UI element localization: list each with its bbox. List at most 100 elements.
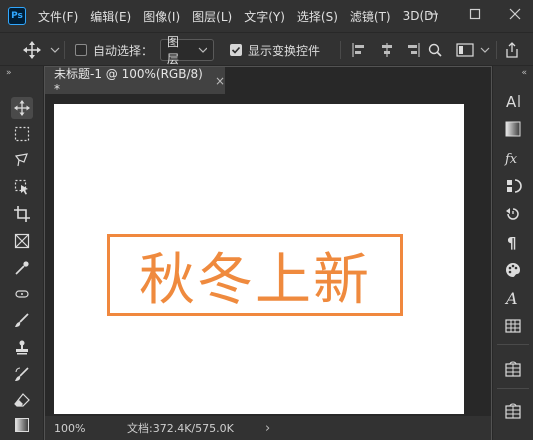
crop-tool[interactable] [11, 203, 33, 225]
glyphs-panel-button[interactable]: A [501, 287, 525, 309]
move-icon [23, 41, 41, 59]
brush-tool[interactable] [11, 309, 33, 331]
close-icon [509, 8, 521, 20]
menu-select[interactable]: 选择(S) [297, 8, 338, 25]
expand-panels-icon[interactable]: « [521, 68, 527, 78]
move-tool[interactable] [11, 97, 33, 119]
layers-panel-button[interactable] [501, 400, 525, 422]
frame-tool[interactable] [11, 230, 33, 252]
gradient-panel-icon [505, 121, 521, 137]
minimize-button[interactable] [418, 0, 448, 28]
divider [496, 41, 497, 59]
menu-file[interactable]: 文件(F) [38, 8, 78, 25]
align-center-icon [382, 43, 392, 57]
minimize-icon [428, 13, 438, 15]
menu-layer[interactable]: 图层(L) [192, 8, 232, 25]
paragraph-icon: ¶ [507, 234, 517, 251]
history-brush-tool[interactable] [11, 363, 33, 385]
zoom-level[interactable]: 100% [54, 422, 85, 435]
workspace-button[interactable] [456, 33, 490, 67]
layers-icon [505, 403, 521, 419]
show-transform-label: 显示变换控件 [248, 43, 321, 58]
adjustments-panel-button[interactable] [501, 175, 525, 197]
styles-panel-button[interactable]: fx [501, 147, 525, 169]
search-icon [428, 43, 442, 57]
marquee-tool[interactable] [11, 123, 33, 145]
gradient-tool[interactable] [11, 414, 33, 436]
swatches-panel-button[interactable] [501, 259, 525, 281]
lasso-icon [14, 153, 28, 167]
options-bar: 自动选择： 图层 显示变换控件 [0, 32, 533, 66]
text-frame: 秋冬上新 [107, 234, 403, 316]
photoshop-logo: Ps [8, 7, 26, 25]
gradient-panel-button[interactable] [501, 118, 525, 140]
menu-bar: Ps 文件(F) 编辑(E) 图像(I) 图层(L) 文字(Y) 选择(S) 滤… [0, 0, 533, 32]
menu-edit[interactable]: 编辑(E) [90, 8, 131, 25]
svg-text:¶: ¶ [507, 234, 517, 251]
chevron-down-icon [50, 47, 60, 53]
document-tab-bar: 未标题-1 @ 100%(RGB/8) * × [45, 67, 491, 96]
glyphs-icon: A [504, 289, 518, 307]
align-right-icon [408, 43, 420, 57]
chevron-down-icon [480, 47, 490, 53]
table-panel-button[interactable] [501, 315, 525, 337]
history-panel-button[interactable] [501, 203, 525, 225]
brush-icon [15, 313, 29, 327]
auto-select-box[interactable] [75, 44, 87, 56]
fx-icon: fx [504, 152, 518, 167]
stamp-tool[interactable] [11, 336, 33, 358]
eraser-tool[interactable] [11, 389, 33, 411]
maximize-button[interactable] [460, 0, 490, 28]
align-right-button[interactable] [406, 33, 420, 67]
show-transform-checkbox[interactable] [230, 33, 242, 67]
auto-select-label: 自动选择： [93, 43, 154, 58]
menu-image[interactable]: 图像(I) [143, 8, 180, 25]
document-tab-title: 未标题-1 @ 100%(RGB/8) * [54, 67, 203, 96]
marquee-icon [14, 126, 30, 142]
panel-dock: « A fx ¶ A [492, 66, 533, 440]
status-bar: 100% 文档:372.4K/575.0K › [45, 416, 491, 440]
eraser-icon [14, 393, 30, 407]
status-menu-arrow[interactable]: › [265, 421, 270, 436]
canvas-text: 秋冬上新 [139, 247, 371, 313]
stamp-icon [16, 340, 28, 355]
adjustments-icon [507, 179, 522, 193]
object-select-tool[interactable] [11, 176, 33, 198]
history-brush-icon [15, 367, 29, 381]
bandage-icon [15, 290, 29, 298]
search-button[interactable] [428, 33, 442, 67]
tool-preset-picker[interactable] [22, 33, 60, 67]
show-transform-box[interactable] [230, 44, 242, 56]
checkmark-icon [231, 46, 241, 54]
layer-select-dropdown[interactable]: 图层 [160, 35, 214, 66]
layer-select-value: 图层 [167, 35, 180, 66]
libraries-panel-button[interactable] [501, 358, 525, 380]
share-button[interactable] [504, 33, 520, 67]
menu-type[interactable]: 文字(Y) [244, 8, 285, 25]
menu-filter[interactable]: 滤镜(T) [350, 8, 391, 25]
document-canvas[interactable]: 秋冬上新 [54, 104, 464, 414]
gradient-icon [15, 418, 29, 432]
move-icon [14, 100, 30, 116]
object-select-icon [14, 179, 28, 195]
svg-text:A: A [504, 289, 518, 307]
character-panel-button[interactable]: A [501, 90, 525, 112]
align-left-button[interactable] [352, 33, 366, 67]
document-tab[interactable]: 未标题-1 @ 100%(RGB/8) * × [45, 67, 225, 96]
svg-text:fx: fx [504, 152, 518, 167]
chevron-down-icon [198, 47, 207, 53]
document-info: 文档:372.4K/575.0K [127, 422, 234, 435]
align-center-button[interactable] [380, 33, 394, 67]
lasso-tool[interactable] [11, 149, 33, 171]
auto-select-checkbox[interactable] [75, 33, 87, 67]
collapse-panel-icon[interactable]: » [6, 68, 12, 78]
close-window-button[interactable] [500, 0, 530, 28]
crop-icon [14, 206, 30, 222]
paragraph-panel-button[interactable]: ¶ [501, 231, 525, 253]
eyedropper-tool[interactable] [11, 257, 33, 279]
align-left-icon [352, 43, 364, 57]
close-tab-icon[interactable]: × [215, 74, 225, 88]
healing-tool[interactable] [11, 283, 33, 305]
maximize-icon [469, 8, 481, 20]
svg-text:A: A [506, 93, 517, 110]
